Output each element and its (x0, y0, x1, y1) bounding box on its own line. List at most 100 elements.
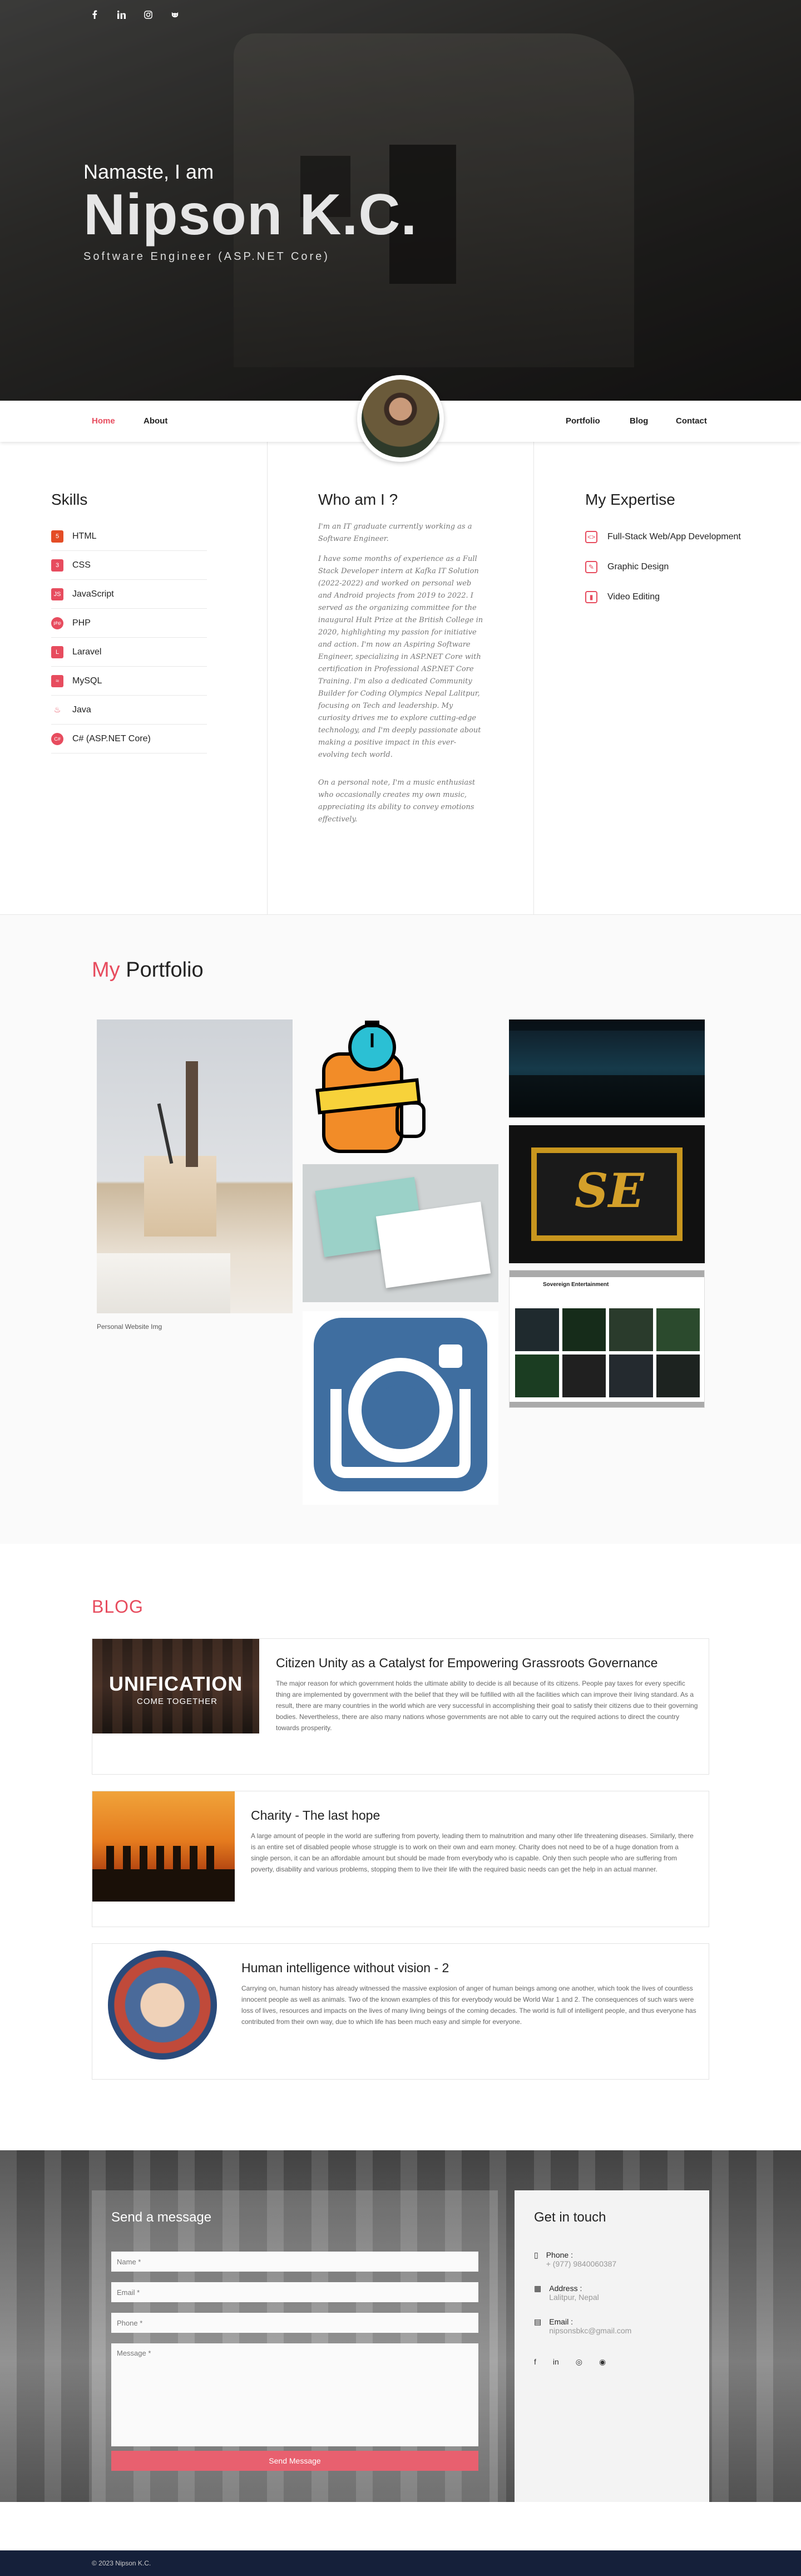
address-value: Lalitpur, Nepal (549, 2293, 599, 2302)
who-paragraph-1: I'm an IT graduate currently working as … (318, 523, 472, 543)
info-email: ▤ Email : nipsonsbkc@gmail.com (534, 2317, 631, 2335)
blog-section: BLOG UNIFICATION COME TOGETHER Citizen U… (0, 1544, 801, 2150)
hero-greeting: Namaste, I am (83, 160, 214, 183)
who-am-i-column: Who am I ? I'm an IT graduate currently … (318, 491, 485, 826)
portfolio-item-instagram[interactable] (303, 1311, 498, 1505)
portfolio-item-business-cards[interactable] (303, 1164, 498, 1302)
nav-home[interactable]: Home (92, 416, 115, 426)
envelope-icon: ▤ (534, 2317, 542, 2326)
hero-section: Namaste, I am Nipson K.C. Software Engin… (0, 0, 801, 401)
blog-post-excerpt: The major reason for which government ho… (276, 1679, 698, 1732)
instagram-icon[interactable] (142, 9, 154, 20)
php-icon: php (51, 617, 63, 629)
github-icon[interactable]: ◉ (599, 2357, 606, 2367)
phone-icon: ▯ (534, 2250, 538, 2259)
silhouettes-ground (92, 1869, 235, 1902)
se-monogram: SE (575, 1163, 644, 1218)
skill-label: MySQL (72, 676, 102, 686)
code-icon: <> (585, 531, 597, 543)
email-field[interactable] (111, 2282, 478, 2302)
portfolio-item-desk-photo[interactable] (97, 1019, 293, 1313)
blog-post-title[interactable]: Citizen Unity as a Catalyst for Empoweri… (276, 1656, 657, 1671)
linkedin-icon[interactable] (116, 9, 127, 20)
pencil (157, 1103, 174, 1164)
expertise-label: Full-Stack Web/App Development (607, 532, 741, 541)
blog-post-title[interactable]: Human intelligence without vision - 2 (241, 1961, 449, 1976)
broken-image-alt[interactable]: Personal Website Img (97, 1323, 162, 1331)
send-message-button[interactable]: Send Message (111, 2451, 478, 2471)
site-thumbnail (515, 1308, 559, 1351)
address-label: Address : (549, 2284, 582, 2293)
site-bottom-bar (510, 1402, 704, 1407)
expertise-item: ▮ Video Editing (585, 582, 763, 612)
linkedin-icon[interactable]: in (553, 2357, 559, 2367)
contact-form: Send a message Send Message (92, 2190, 498, 2502)
site-thumbnail (656, 1308, 700, 1351)
blog-post-title[interactable]: Charity - The last hope (251, 1808, 380, 1823)
csharp-icon: C# (51, 732, 63, 745)
notebook (97, 1253, 230, 1313)
site-mountain (509, 1075, 705, 1117)
site-thumbnail (562, 1355, 606, 1397)
social-links-contact: f in ◎ ◉ (534, 2357, 606, 2367)
email-value[interactable]: nipsonsbkc@gmail.com (549, 2326, 631, 2335)
portfolio-item-sovereign-site[interactable]: Sovereign Entertainment (509, 1270, 705, 1408)
skill-item: ♨ Java (51, 696, 207, 725)
skill-item: 5 HTML (51, 522, 207, 551)
contact-section: Send a message Send Message Get in touch… (0, 2150, 801, 2502)
email-label: Email : (549, 2317, 573, 2326)
skill-item: ≈ MySQL (51, 667, 207, 696)
skill-label: Java (72, 705, 91, 715)
nav-portfolio[interactable]: Portfolio (566, 416, 600, 426)
blog-card[interactable]: Human intelligence without vision - 2 Ca… (92, 1943, 709, 2080)
expertise-title: My Expertise (585, 491, 675, 508)
site-thumbnail (562, 1308, 606, 1351)
expertise-column: My Expertise <> Full-Stack Web/App Develo… (585, 491, 763, 612)
weighing-scale-icon (315, 1021, 426, 1153)
mysql-icon: ≈ (51, 674, 63, 687)
pencil-holder (144, 1156, 216, 1237)
people-silhouettes (106, 1846, 221, 1874)
message-field[interactable] (111, 2343, 478, 2446)
portfolio-item-landscape-site[interactable] (509, 1019, 705, 1117)
skills-list: 5 HTML 3 CSS JS JavaScript php PHP L Laravel … (51, 522, 207, 753)
footer: © 2023 Nipson K.C. (0, 2550, 801, 2576)
github-icon[interactable] (169, 9, 180, 20)
expertise-label: Video Editing (607, 592, 660, 602)
phone-field[interactable] (111, 2313, 478, 2333)
expertise-label: Graphic Design (607, 562, 669, 572)
site-thumbnail (609, 1308, 653, 1351)
blog-card[interactable]: Charity - The last hope A large amount o… (92, 1791, 709, 1927)
column-divider (267, 442, 268, 915)
instagram-icon[interactable]: ◎ (576, 2357, 582, 2367)
site-top-bar (510, 1270, 704, 1277)
nav-contact[interactable]: Contact (676, 416, 707, 426)
site-navbar (509, 1019, 705, 1031)
skills-title: Skills (51, 491, 88, 508)
info-phone: ▯ Phone : + (977) 9840060387 (534, 2250, 616, 2268)
who-title: Who am I ? (318, 491, 398, 508)
portfolio-item-scale-logo[interactable] (303, 1019, 498, 1158)
nav-blog[interactable]: Blog (630, 416, 648, 426)
blog-image-hands-globe (108, 1951, 217, 2060)
ruler (186, 1061, 198, 1167)
site-thumbnail (656, 1355, 700, 1397)
phone-value[interactable]: + (977) 9840060387 (546, 2259, 617, 2268)
portfolio-item-se-logo[interactable]: SE (509, 1125, 705, 1263)
blog-image-unification: UNIFICATION COME TOGETHER (92, 1639, 259, 1733)
hero-role: Software Engineer (ASP.NET Core) (83, 250, 330, 263)
expertise-item: ✎ Graphic Design (585, 552, 763, 582)
facebook-icon[interactable] (89, 9, 100, 20)
skill-item: 3 CSS (51, 551, 207, 580)
nav-about[interactable]: About (144, 416, 167, 426)
paint-brush-icon: ✎ (585, 561, 597, 573)
skill-label: C# (ASP.NET Core) (72, 733, 151, 743)
facebook-icon[interactable]: f (534, 2357, 536, 2367)
site-thumbnail (515, 1355, 559, 1397)
name-field[interactable] (111, 2252, 478, 2272)
expertise-item: <> Full-Stack Web/App Development (585, 522, 763, 552)
blog-card[interactable]: UNIFICATION COME TOGETHER Citizen Unity … (92, 1638, 709, 1775)
who-paragraph-2: I have some months of experience as a Fu… (318, 555, 483, 759)
hero-name: Nipson K.C. (83, 183, 418, 247)
instagram-logo-icon (314, 1318, 487, 1491)
